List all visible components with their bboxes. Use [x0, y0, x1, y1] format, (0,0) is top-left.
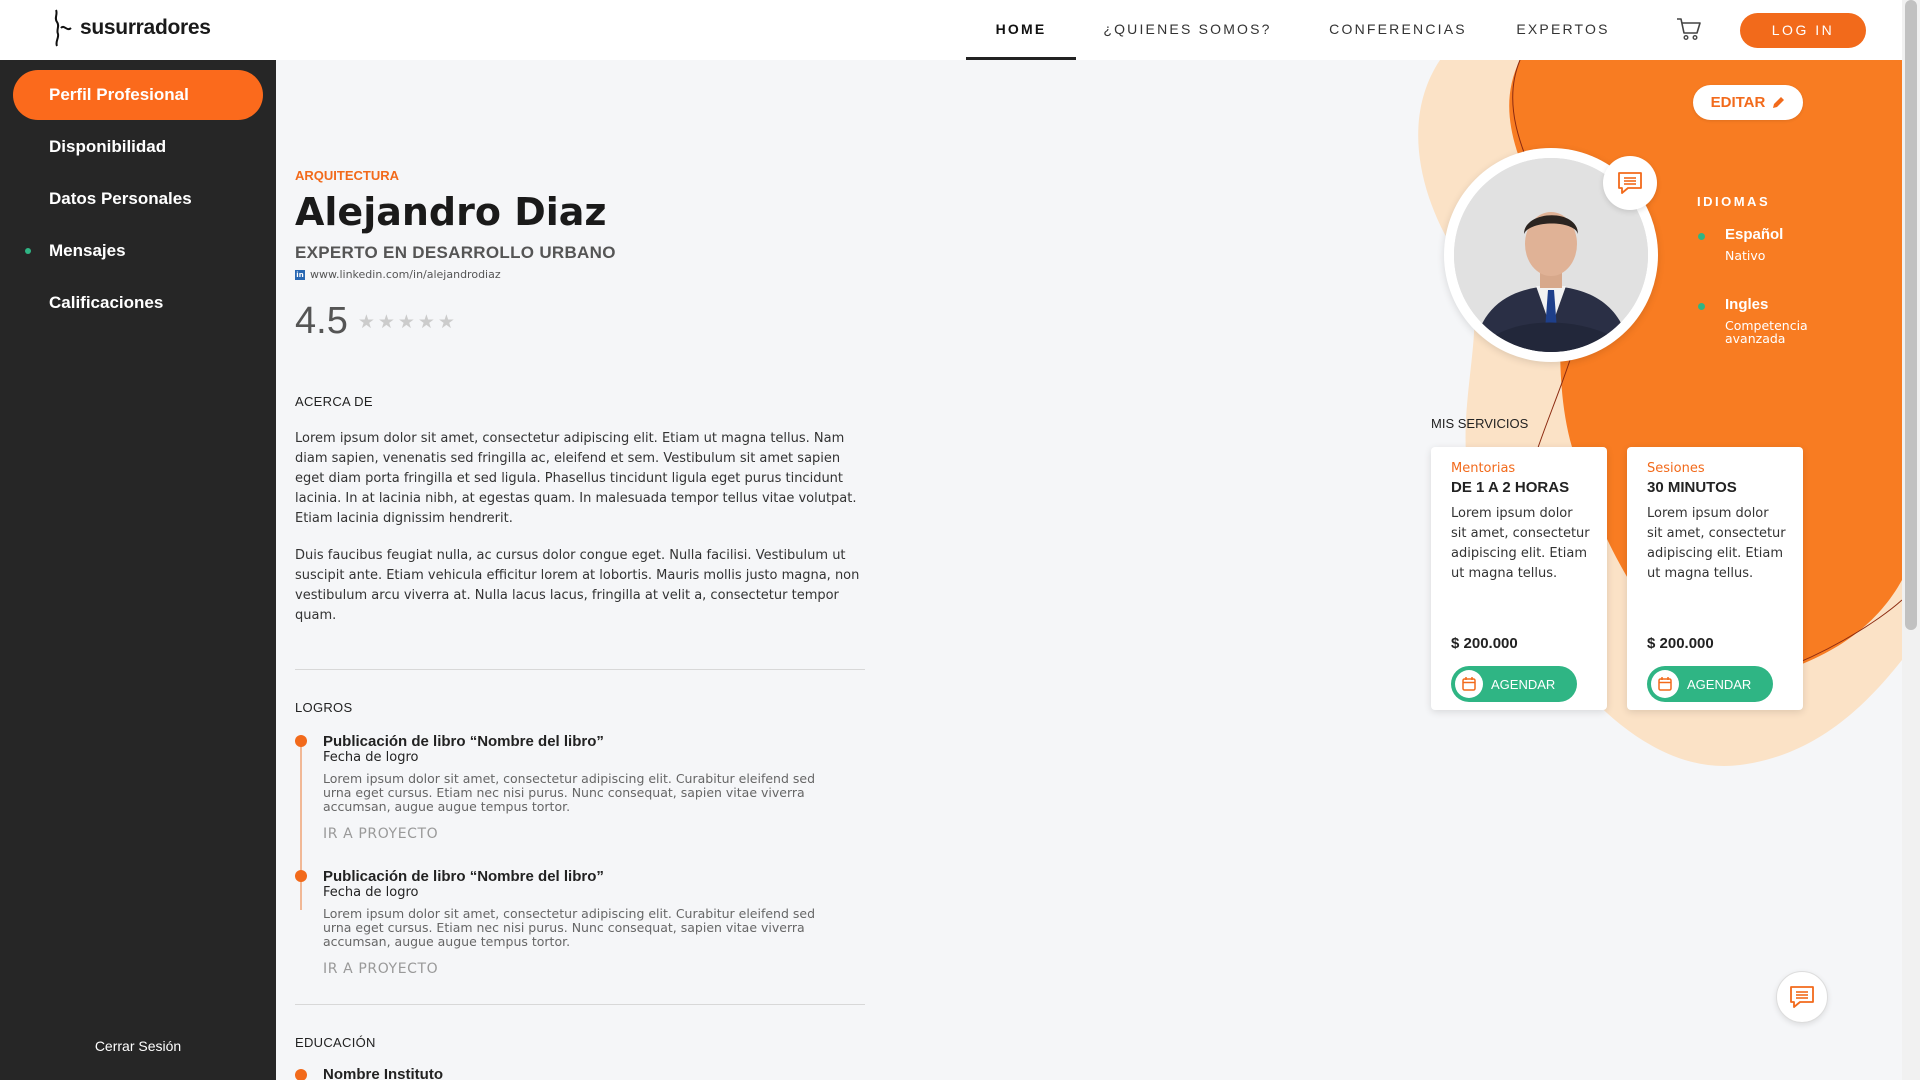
- language-name: Ingles: [1725, 296, 1769, 313]
- top-header: susurradores HOME ¿QUIENES SOMOS? CONFER…: [0, 0, 1902, 60]
- edit-label: EDITAR: [1710, 94, 1766, 111]
- timeline-dot: [295, 735, 307, 747]
- scrollbar[interactable]: [1902, 0, 1920, 1080]
- schedule-button[interactable]: AGENDAR: [1451, 666, 1577, 702]
- linkedin-link[interactable]: in www.linkedin.com/in/alejandrodiaz: [295, 268, 501, 281]
- pencil-icon: [1773, 96, 1785, 108]
- nav-conferencias[interactable]: CONFERENCIAS: [1318, 0, 1478, 60]
- nav-quienes-somos[interactable]: ¿QUIENES SOMOS?: [1100, 0, 1275, 60]
- achievement-text: Lorem ipsum dolor sit amet, consectetur …: [323, 906, 816, 949]
- timeline-dot: [295, 1069, 307, 1080]
- rating-value: 4.5: [295, 300, 348, 342]
- sidebar-item-label: Disponibilidad: [49, 137, 167, 156]
- achievement-title: Publicación de libro “Nombre del libro”: [323, 733, 604, 750]
- service-duration: DE 1 A 2 HORAS: [1451, 479, 1570, 496]
- achievement-link[interactable]: IR A PROYECTO: [323, 961, 438, 977]
- star-icon: ★: [437, 310, 455, 333]
- divider: [295, 669, 865, 670]
- about-paragraph: Lorem ipsum dolor sit amet, consectetur …: [295, 431, 857, 526]
- logout-link[interactable]: Cerrar Sesión: [0, 1038, 276, 1054]
- star-icon: ★: [357, 310, 375, 333]
- scrollbar-thumb[interactable]: [1905, 0, 1917, 630]
- calendar-icon: [1651, 670, 1679, 698]
- sidebar-item-mensajes[interactable]: Mensajes: [13, 226, 263, 276]
- sidebar-item-label: Mensajes: [49, 241, 126, 260]
- nav-home[interactable]: HOME: [966, 0, 1076, 60]
- profile-category: ARQUITECTURA: [295, 168, 399, 183]
- schedule-label: AGENDAR: [1491, 676, 1556, 692]
- profile-name: Alejandro Diaz: [295, 190, 607, 234]
- achievement-link[interactable]: IR A PROYECTO: [323, 826, 438, 842]
- language-dot: [1698, 233, 1705, 240]
- brand-logo[interactable]: susurradores: [48, 8, 211, 48]
- service-duration: 30 MINUTOS: [1647, 479, 1737, 496]
- divider: [295, 1004, 865, 1005]
- brand-name: susurradores: [80, 16, 211, 39]
- logo-icon: [54, 9, 72, 47]
- language-level: Nativo: [1725, 248, 1766, 263]
- sidebar-item-label: Calificaciones: [49, 293, 164, 312]
- sidebar-item-disponibilidad[interactable]: Disponibilidad: [13, 122, 263, 172]
- service-kind: Mentorias: [1451, 461, 1516, 476]
- service-card: Sesiones 30 MINUTOS Lorem ipsum dolor si…: [1627, 447, 1803, 710]
- cart-icon[interactable]: [1676, 17, 1702, 41]
- edit-button[interactable]: EDITAR: [1693, 85, 1803, 120]
- sidebar-item-datos-personales[interactable]: Datos Personales: [13, 174, 263, 224]
- about-paragraph: Duis faucibus feugiat nulla, ac cursus d…: [295, 548, 860, 623]
- notification-dot: [25, 248, 31, 254]
- nav-expertos[interactable]: EXPERTOS: [1510, 0, 1616, 60]
- language-name: Español: [1725, 226, 1784, 243]
- linkedin-url: www.linkedin.com/in/alejandrodiaz: [310, 268, 501, 281]
- profile-title: EXPERTO EN DESARROLLO URBANO: [295, 243, 616, 262]
- chat-icon: [1790, 986, 1814, 1008]
- sidebar-item-calificaciones[interactable]: Calificaciones: [13, 278, 263, 328]
- login-button[interactable]: LOG IN: [1740, 13, 1866, 48]
- service-price: $ 200.000: [1451, 635, 1518, 652]
- linkedin-icon: in: [295, 269, 305, 280]
- schedule-label: AGENDAR: [1687, 676, 1752, 692]
- achievement-date: Fecha de logro: [323, 750, 419, 765]
- sidebar-item-label: Datos Personales: [49, 189, 192, 208]
- achievement-title: Publicación de libro “Nombre del libro”: [323, 868, 604, 885]
- services-title: MIS SERVICIOS: [1431, 416, 1529, 431]
- sidebar-item-label: Perfil Profesional: [49, 85, 189, 104]
- achievement-date: Fecha de logro: [323, 885, 419, 900]
- language-level: Competencia avanzada: [1725, 318, 1808, 346]
- education-title: EDUCACIÓN: [295, 1035, 376, 1050]
- education-institute: Nombre Instituto: [323, 1066, 443, 1080]
- floating-chat-button[interactable]: [1776, 971, 1828, 1023]
- language-dot: [1698, 303, 1705, 310]
- message-bubble[interactable]: [1603, 156, 1657, 210]
- star-icon: ★: [377, 310, 395, 333]
- rating: 4.5 ★ ★ ★ ★ ★: [295, 300, 456, 343]
- rating-stars: ★ ★ ★ ★ ★: [357, 310, 456, 333]
- service-card: Mentorias DE 1 A 2 HORAS Lorem ipsum dol…: [1431, 447, 1607, 710]
- calendar-icon: [1455, 670, 1483, 698]
- service-price: $ 200.000: [1647, 635, 1714, 652]
- timeline-line: [300, 740, 302, 910]
- about-title: ACERCA DE: [295, 394, 373, 409]
- timeline-dot: [295, 870, 307, 882]
- service-description: Lorem ipsum dolor sit amet, consectetur …: [1647, 506, 1786, 581]
- star-icon: ★: [397, 310, 415, 333]
- sidebar: Perfil Profesional Disponibilidad Datos …: [0, 60, 276, 1080]
- languages-title: IDIOMAS: [1697, 194, 1771, 209]
- achievements-title: LOGROS: [295, 700, 353, 715]
- sidebar-item-perfil-profesional[interactable]: Perfil Profesional: [13, 70, 263, 120]
- service-kind: Sesiones: [1647, 461, 1705, 476]
- service-description: Lorem ipsum dolor sit amet, consectetur …: [1451, 506, 1590, 581]
- schedule-button[interactable]: AGENDAR: [1647, 666, 1773, 702]
- achievement-text: Lorem ipsum dolor sit amet, consectetur …: [323, 771, 816, 814]
- star-icon: ★: [417, 310, 435, 333]
- chat-icon: [1618, 172, 1642, 194]
